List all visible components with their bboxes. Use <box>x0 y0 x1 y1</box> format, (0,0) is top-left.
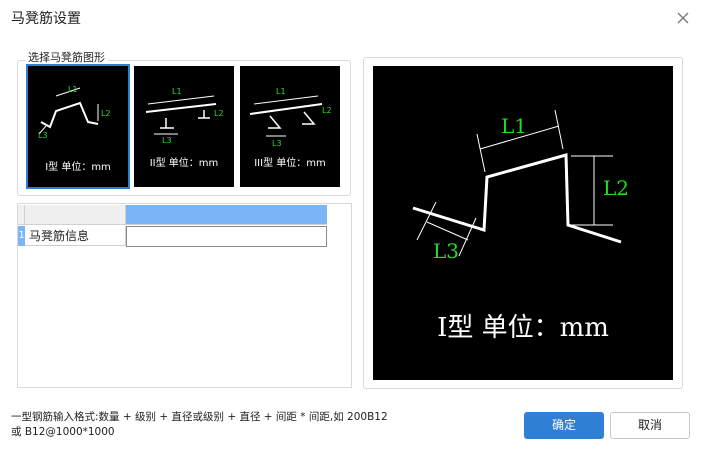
type-1-l2-label: L2 <box>101 109 111 118</box>
type-3-l3-label: L3 <box>272 139 282 148</box>
type-2-l2-label: L2 <box>214 109 224 118</box>
preview-canvas: L1 L2 L3 I型 单位：mm <box>373 66 673 380</box>
ok-button[interactable]: 确定 <box>524 412 604 439</box>
input-format-hint: 一型钢筋输入格式:数量 + 级别 + 直径或级别 + 直径 + 间距 * 间距,… <box>11 410 511 440</box>
type-1-l1-label: L1 <box>68 85 78 94</box>
cancel-button[interactable]: 取消 <box>610 412 690 439</box>
preview-l1-label: L1 <box>501 114 527 138</box>
type-1-figure-icon: L1 L2 L3 I型 单位：mm <box>38 85 111 173</box>
grid-header-name <box>25 205 126 225</box>
hint-line-2: 或 B12@1000*1000 <box>11 426 115 438</box>
preview-figure-icon: L1 L2 L3 I型 单位：mm <box>412 109 629 343</box>
title-bar: 马凳筋设置 <box>0 0 701 36</box>
shape-thumb-type-1[interactable]: L1 L2 L3 I型 单位：mm <box>26 64 130 189</box>
shape-thumb-type-3[interactable]: L1 L2 L3 III型 单位：mm <box>240 66 340 187</box>
type-2-l1-label: L1 <box>172 87 182 96</box>
type-1-l3-label: L3 <box>38 131 48 140</box>
type-1-caption: I型 单位：mm <box>45 160 111 173</box>
grid-header-value <box>126 205 327 225</box>
close-icon[interactable] <box>674 9 692 27</box>
row-label: 马凳筋信息 <box>25 226 126 246</box>
type-3-figure-icon: L1 L2 L3 III型 单位：mm <box>249 87 332 169</box>
type-2-l3-label: L3 <box>162 136 172 145</box>
type-3-l1-label: L1 <box>276 87 286 96</box>
shape-thumb-type-2[interactable]: L1 L2 L3 II型 单位：mm <box>134 66 234 187</box>
type-3-l2-label: L2 <box>322 106 332 115</box>
grid-corner-cell <box>18 205 25 225</box>
hint-line-1: 一型钢筋输入格式:数量 + 级别 + 直径或级别 + 直径 + 间距 * 间距,… <box>11 411 388 423</box>
type-2-figure-icon: L1 L2 L3 II型 单位：mm <box>145 87 224 169</box>
preview-caption: I型 单位：mm <box>437 313 609 343</box>
type-3-caption: III型 单位：mm <box>254 156 326 169</box>
dialog-title: 马凳筋设置 <box>11 11 81 27</box>
preview-l3-label: L3 <box>433 239 459 263</box>
preview-l2-label: L2 <box>603 176 629 200</box>
type-2-caption: II型 单位：mm <box>150 156 219 169</box>
row-number: 1 <box>18 226 25 246</box>
shape-group-label: 选择马凳筋图形 <box>25 51 108 65</box>
row-value-input[interactable] <box>126 226 327 247</box>
